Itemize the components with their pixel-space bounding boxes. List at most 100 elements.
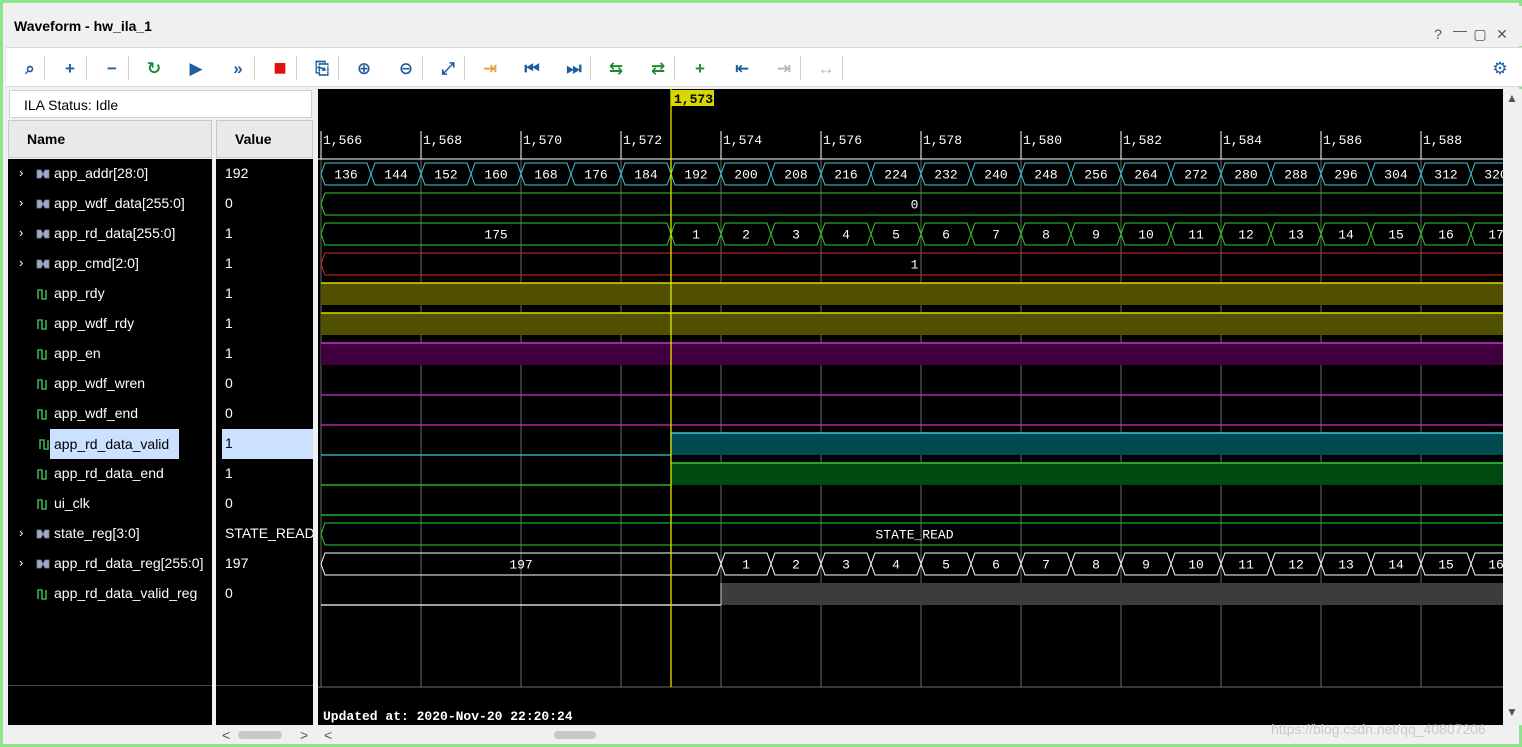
bus-value: 10 bbox=[1188, 558, 1204, 573]
signal-row[interactable]: app_wdf_wren bbox=[8, 369, 212, 399]
bus-value: 6 bbox=[942, 228, 950, 243]
signal-name: app_rdy bbox=[54, 285, 105, 301]
signal-row[interactable]: app_wdf_end bbox=[8, 399, 212, 429]
export-icon[interactable]: ⎘ bbox=[310, 56, 334, 80]
time-label: 1,584 bbox=[1223, 133, 1262, 148]
signal-row[interactable]: › app_addr[28:0] bbox=[8, 159, 212, 189]
remove-icon[interactable]: − bbox=[100, 56, 124, 80]
signal-row[interactable]: app_rd_data_valid bbox=[8, 429, 212, 459]
expand-chevron-icon[interactable]: › bbox=[19, 555, 23, 570]
bus-value: 2 bbox=[792, 558, 800, 573]
minimize-button[interactable]: — bbox=[1450, 22, 1470, 38]
expand-chevron-icon[interactable]: › bbox=[19, 525, 23, 540]
signal-value[interactable]: 1 bbox=[216, 249, 313, 279]
signal-value[interactable]: 1 bbox=[216, 279, 313, 309]
run-trigger-immediate-icon[interactable]: ↻ bbox=[142, 56, 166, 80]
signal-value[interactable]: 197 bbox=[216, 549, 313, 579]
toolbar-separator bbox=[674, 56, 675, 80]
value-column-header[interactable]: Value bbox=[216, 120, 313, 158]
scroll-up-icon[interactable]: ▲ bbox=[1506, 91, 1518, 105]
bus-value: 136 bbox=[334, 168, 357, 183]
zoom-in-icon[interactable]: ⊕ bbox=[352, 56, 376, 80]
signal-value[interactable]: 1 bbox=[216, 339, 313, 369]
signal-value[interactable]: 1 bbox=[216, 309, 313, 339]
signal-value[interactable]: 1 bbox=[216, 459, 313, 489]
bus-signal-icon bbox=[36, 559, 50, 569]
bus-value: 272 bbox=[1184, 168, 1207, 183]
bus-value: 232 bbox=[934, 168, 957, 183]
signal-value[interactable]: 0 bbox=[216, 189, 313, 219]
signal-name: app_rd_data_end bbox=[54, 465, 164, 481]
close-button[interactable]: ✕ bbox=[1492, 26, 1512, 43]
go-to-time-zero-icon[interactable]: ⏮ bbox=[520, 56, 544, 80]
signal-high-fill bbox=[671, 463, 1503, 485]
value-horizontal-scrollbar[interactable]: < > bbox=[216, 726, 313, 744]
expand-chevron-icon[interactable]: › bbox=[19, 165, 23, 180]
signal-value[interactable]: STATE_READ bbox=[216, 519, 313, 549]
time-label: 1,568 bbox=[423, 133, 462, 148]
signal-row[interactable]: app_rd_data_end bbox=[8, 459, 212, 489]
gear-icon[interactable]: ⚙ bbox=[1488, 56, 1512, 80]
next-transition-icon[interactable]: ⇄ bbox=[646, 56, 670, 80]
bit-signal-icon bbox=[37, 409, 47, 420]
toolbar-separator bbox=[842, 56, 843, 80]
expand-chevron-icon[interactable]: › bbox=[19, 225, 23, 240]
signal-row[interactable]: app_rdy bbox=[8, 279, 212, 309]
run-trigger-icon[interactable]: ▶ bbox=[184, 56, 208, 80]
bit-signal-icon bbox=[39, 439, 49, 450]
next-marker-icon[interactable]: ⇥ bbox=[772, 56, 796, 80]
signal-row[interactable]: › app_rd_data_reg[255:0] bbox=[8, 549, 212, 579]
signal-row[interactable]: app_rd_data_valid_reg bbox=[8, 579, 212, 609]
bit-signal-icon bbox=[37, 469, 47, 480]
scroll-down-icon[interactable]: ▼ bbox=[1506, 705, 1518, 719]
scroll-left-icon[interactable]: < bbox=[222, 727, 230, 743]
waveform-canvas[interactable]: 1,566 1,568 1,570 1,572 1,574 1,576 1,578 1,580… bbox=[318, 89, 1503, 725]
zoom-fit-icon[interactable]: ⤢ bbox=[436, 56, 460, 80]
add-icon[interactable]: + bbox=[58, 56, 82, 80]
bus-value: STATE_READ bbox=[875, 528, 953, 543]
signal-row[interactable]: › state_reg[3:0] bbox=[8, 519, 212, 549]
restore-button[interactable]: ▢ bbox=[1470, 26, 1490, 43]
scroll-left-icon[interactable]: < bbox=[324, 727, 332, 743]
help-button[interactable]: ? bbox=[1428, 26, 1448, 42]
signal-row[interactable]: ui_clk bbox=[8, 489, 212, 519]
scroll-thumb[interactable] bbox=[554, 731, 596, 739]
signal-row[interactable]: › app_rd_data[255:0] bbox=[8, 219, 212, 249]
add-marker-icon[interactable]: + bbox=[688, 56, 712, 80]
stop-icon[interactable]: ■ bbox=[268, 56, 292, 80]
bus-value: 14 bbox=[1388, 558, 1404, 573]
signal-row[interactable]: › app_wdf_data[255:0] bbox=[8, 189, 212, 219]
toolbar-separator bbox=[338, 56, 339, 80]
signal-row[interactable]: app_en bbox=[8, 339, 212, 369]
scroll-thumb[interactable] bbox=[238, 731, 282, 739]
zoom-out-icon[interactable]: ⊖ bbox=[394, 56, 418, 80]
bus-value: 5 bbox=[942, 558, 950, 573]
signal-value[interactable]: 0 bbox=[216, 399, 313, 429]
bus-value: 256 bbox=[1084, 168, 1107, 183]
search-icon[interactable]: ⌕ bbox=[18, 56, 42, 80]
previous-transition-icon[interactable]: ⇆ bbox=[604, 56, 628, 80]
signal-value[interactable]: 1 bbox=[216, 219, 313, 249]
go-to-cursor-icon[interactable]: ⇥ bbox=[478, 56, 502, 80]
run-repeat-icon[interactable]: » bbox=[226, 56, 250, 80]
signal-high-fill bbox=[721, 583, 1503, 605]
previous-marker-icon[interactable]: ⇤ bbox=[730, 56, 754, 80]
scroll-right-icon[interactable]: > bbox=[300, 727, 308, 743]
bus-value: 13 bbox=[1338, 558, 1354, 573]
time-label: 1,588 bbox=[1423, 133, 1462, 148]
signal-value[interactable]: 1 bbox=[222, 429, 313, 459]
signal-row[interactable]: app_wdf_rdy bbox=[8, 309, 212, 339]
expand-chevron-icon[interactable]: › bbox=[19, 255, 23, 270]
expand-chevron-icon[interactable]: › bbox=[19, 195, 23, 210]
go-to-last-time-icon[interactable]: ⏭ bbox=[562, 56, 586, 80]
signal-name: app_rd_data_valid bbox=[50, 429, 180, 459]
signal-value[interactable]: 192 bbox=[216, 159, 313, 189]
signal-value[interactable]: 0 bbox=[216, 489, 313, 519]
signal-value[interactable]: 0 bbox=[216, 579, 313, 609]
swap-cursors-icon[interactable]: ↔ bbox=[814, 56, 838, 80]
signal-value[interactable]: 0 bbox=[216, 369, 313, 399]
vertical-scrollbar[interactable]: ▲ ▼ bbox=[1503, 89, 1522, 725]
bus-signal-icon bbox=[36, 259, 50, 269]
name-column-header[interactable]: Name bbox=[8, 120, 212, 158]
signal-row[interactable]: › app_cmd[2:0] bbox=[8, 249, 212, 279]
